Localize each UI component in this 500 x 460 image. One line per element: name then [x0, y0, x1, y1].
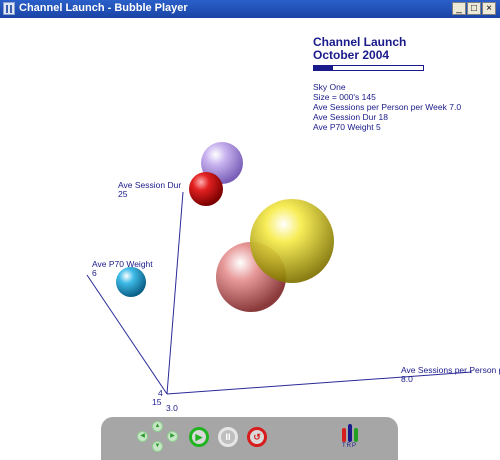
- right-arrow-button[interactable]: ▶: [167, 431, 178, 442]
- yellow-bubble: [250, 199, 334, 283]
- cyan-bubble: [116, 267, 146, 297]
- selected-channel: Sky One: [313, 82, 346, 92]
- app-icon: [3, 2, 15, 15]
- y-axis-max: 25: [118, 189, 128, 199]
- bubble-chart: [86, 142, 473, 395]
- window-title: Channel Launch - Bubble Player: [19, 2, 188, 14]
- pause-button[interactable]: II: [218, 427, 238, 447]
- chart-canvas: Channel Launch October 2004 Sky One Size…: [0, 18, 500, 460]
- timeline-progress-fill: [314, 66, 333, 70]
- selected-p70-weight: Ave P70 Weight 5: [313, 122, 381, 132]
- rewind-button[interactable]: ↺: [247, 427, 267, 447]
- selected-session-dur: Ave Session Dur 18: [313, 112, 388, 122]
- left-arrow-button[interactable]: ◀: [137, 431, 148, 442]
- title-bar: Channel Launch - Bubble Player _ □ ×: [0, 0, 500, 18]
- red-bubble: [189, 172, 223, 206]
- origin-y-label: 15: [152, 397, 162, 407]
- z-axis-max: 6: [92, 268, 97, 278]
- maximize-button[interactable]: □: [467, 2, 481, 15]
- trp-logo-text: TRP: [342, 443, 357, 449]
- up-arrow-button[interactable]: ▲: [152, 421, 163, 432]
- y-axis-name: Ave Session Dur: [118, 180, 182, 190]
- minimize-button[interactable]: _: [452, 2, 466, 15]
- timeline-progress-bar: [313, 65, 424, 71]
- y-axis-line: [166, 191, 184, 395]
- z-axis-name: Ave P70 Weight: [92, 259, 153, 269]
- trp-logo: TRP: [342, 424, 362, 449]
- x-axis-line: [166, 371, 473, 395]
- down-arrow-button[interactable]: ▼: [152, 441, 163, 452]
- player-controls: ▲ ◀ ▶ ▼ ▶ II ↺ TRP: [101, 417, 398, 460]
- x-axis-name: Ave Sessions per Person p: [401, 365, 500, 375]
- selected-size: Size = 000's 145: [313, 92, 376, 102]
- selected-sessions: Ave Sessions per Person per Week 7.0: [313, 102, 462, 112]
- origin-x-label: 3.0: [166, 403, 178, 413]
- x-axis-max: 8.0: [401, 374, 413, 384]
- close-button[interactable]: ×: [482, 2, 496, 15]
- chart-title: Channel Launch: [313, 35, 407, 49]
- play-button[interactable]: ▶: [189, 427, 209, 447]
- chart-subtitle: October 2004: [313, 48, 390, 62]
